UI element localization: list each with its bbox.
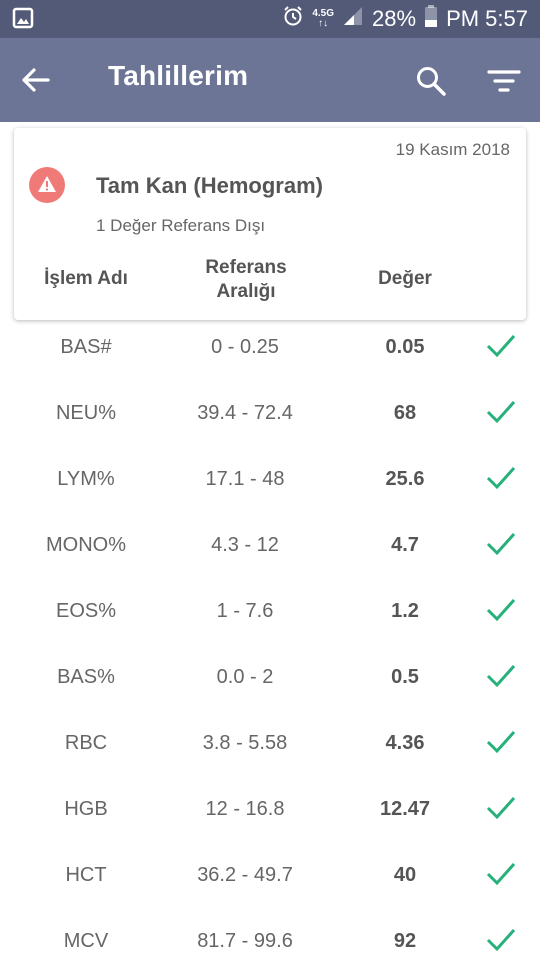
check-icon: [486, 531, 516, 557]
search-icon[interactable]: [414, 64, 448, 98]
page-title: Tahlillerim: [108, 60, 249, 91]
result-value: 4.7: [391, 534, 419, 556]
signal-icon: [342, 5, 364, 33]
result-row: MONO% 4.3 - 12 4.7: [0, 512, 540, 578]
check-icon: [486, 927, 516, 953]
column-header-name: İşlem Adı: [44, 268, 128, 289]
result-name: HCT: [65, 864, 107, 886]
check-icon: [486, 399, 516, 425]
result-row: BAS# 0 - 0.25 0.05: [0, 314, 540, 380]
battery-percentage: 28%: [372, 6, 417, 31]
status-bar: 4.5G ↑↓ 28% PM 5:57: [0, 0, 540, 38]
result-value: 12.47: [379, 798, 431, 820]
filter-icon[interactable]: [486, 68, 522, 96]
result-reference-range: 0.0 - 2: [216, 666, 274, 688]
result-reference-range: 4.3 - 12: [211, 534, 279, 556]
result-name: NEU%: [55, 402, 116, 424]
result-row: BAS% 0.0 - 2 0.5: [0, 644, 540, 710]
result-reference-range: 12 - 16.8: [205, 798, 285, 820]
column-header-value: Değer: [378, 268, 432, 289]
result-reference-range: 39.4 - 72.4: [197, 402, 293, 424]
result-value: 25.6: [385, 468, 425, 490]
check-icon: [486, 465, 516, 491]
result-name: BAS%: [57, 666, 115, 688]
result-row: RBC 3.8 - 5.58 4.36: [0, 710, 540, 776]
test-summary-card[interactable]: 19 Kasım 2018 Tam Kan (Hemogram) 1 Değer…: [14, 128, 526, 320]
clock-time: PM 5:57: [446, 6, 528, 31]
column-header-reference: Referans Aralığı: [164, 256, 328, 304]
results-list: BAS# 0 - 0.25 0.05 NEU% 39.4 - 72.4 68 L…: [0, 314, 540, 974]
result-reference-range: 3.8 - 5.58: [202, 732, 288, 754]
app-bar: Tahlillerim: [0, 38, 540, 122]
result-name: BAS#: [60, 336, 112, 358]
alarm-icon: [282, 5, 304, 33]
back-arrow-icon[interactable]: [18, 64, 54, 96]
check-icon: [486, 795, 516, 821]
check-icon: [486, 597, 516, 623]
result-name: RBC: [64, 732, 108, 754]
result-value: 4.36: [385, 732, 425, 754]
column-header-reference-line1: Referans: [205, 257, 287, 278]
column-header-reference-line2: Aralığı: [216, 281, 276, 302]
test-title: Tam Kan (Hemogram): [96, 173, 323, 198]
result-reference-range: 81.7 - 99.6: [197, 930, 293, 952]
result-reference-range: 17.1 - 48: [205, 468, 285, 490]
result-row: LYM% 17.1 - 48 25.6: [0, 446, 540, 512]
check-icon: [486, 861, 516, 887]
result-name: MCV: [63, 930, 109, 952]
network-type-bottom: ↑↓: [318, 18, 329, 29]
test-date: 19 Kasım 2018: [395, 140, 510, 159]
result-row: HGB 12 - 16.8 12.47: [0, 776, 540, 842]
check-icon: [486, 729, 516, 755]
result-row: EOS% 1 - 7.6 1.2: [0, 578, 540, 644]
result-row: MCV 81.7 - 99.6 92: [0, 908, 540, 974]
result-name: EOS%: [55, 600, 117, 622]
out-of-range-summary: 1 Değer Referans Dışı: [96, 216, 266, 235]
result-name: HGB: [64, 798, 108, 820]
battery-icon: [424, 4, 438, 34]
result-value: 40: [393, 864, 417, 886]
result-value: 0.5: [391, 666, 419, 688]
network-type-label: 4.5G ↑↓: [312, 9, 334, 29]
gallery-icon: [12, 7, 34, 34]
result-name: LYM%: [57, 468, 115, 490]
result-row: HCT 36.2 - 49.7 40: [0, 842, 540, 908]
check-icon: [486, 663, 516, 689]
result-reference-range: 0 - 0.25: [211, 336, 279, 358]
result-reference-range: 36.2 - 49.7: [197, 864, 293, 886]
result-value: 1.2: [391, 600, 419, 622]
result-reference-range: 1 - 7.6: [216, 600, 274, 622]
result-value: 92: [393, 930, 417, 952]
result-value: 68: [393, 402, 417, 424]
result-value: 0.05: [385, 336, 425, 358]
result-row: NEU% 39.4 - 72.4 68: [0, 380, 540, 446]
result-name: MONO%: [46, 534, 126, 556]
check-icon: [486, 333, 516, 359]
warning-icon: [29, 167, 65, 203]
